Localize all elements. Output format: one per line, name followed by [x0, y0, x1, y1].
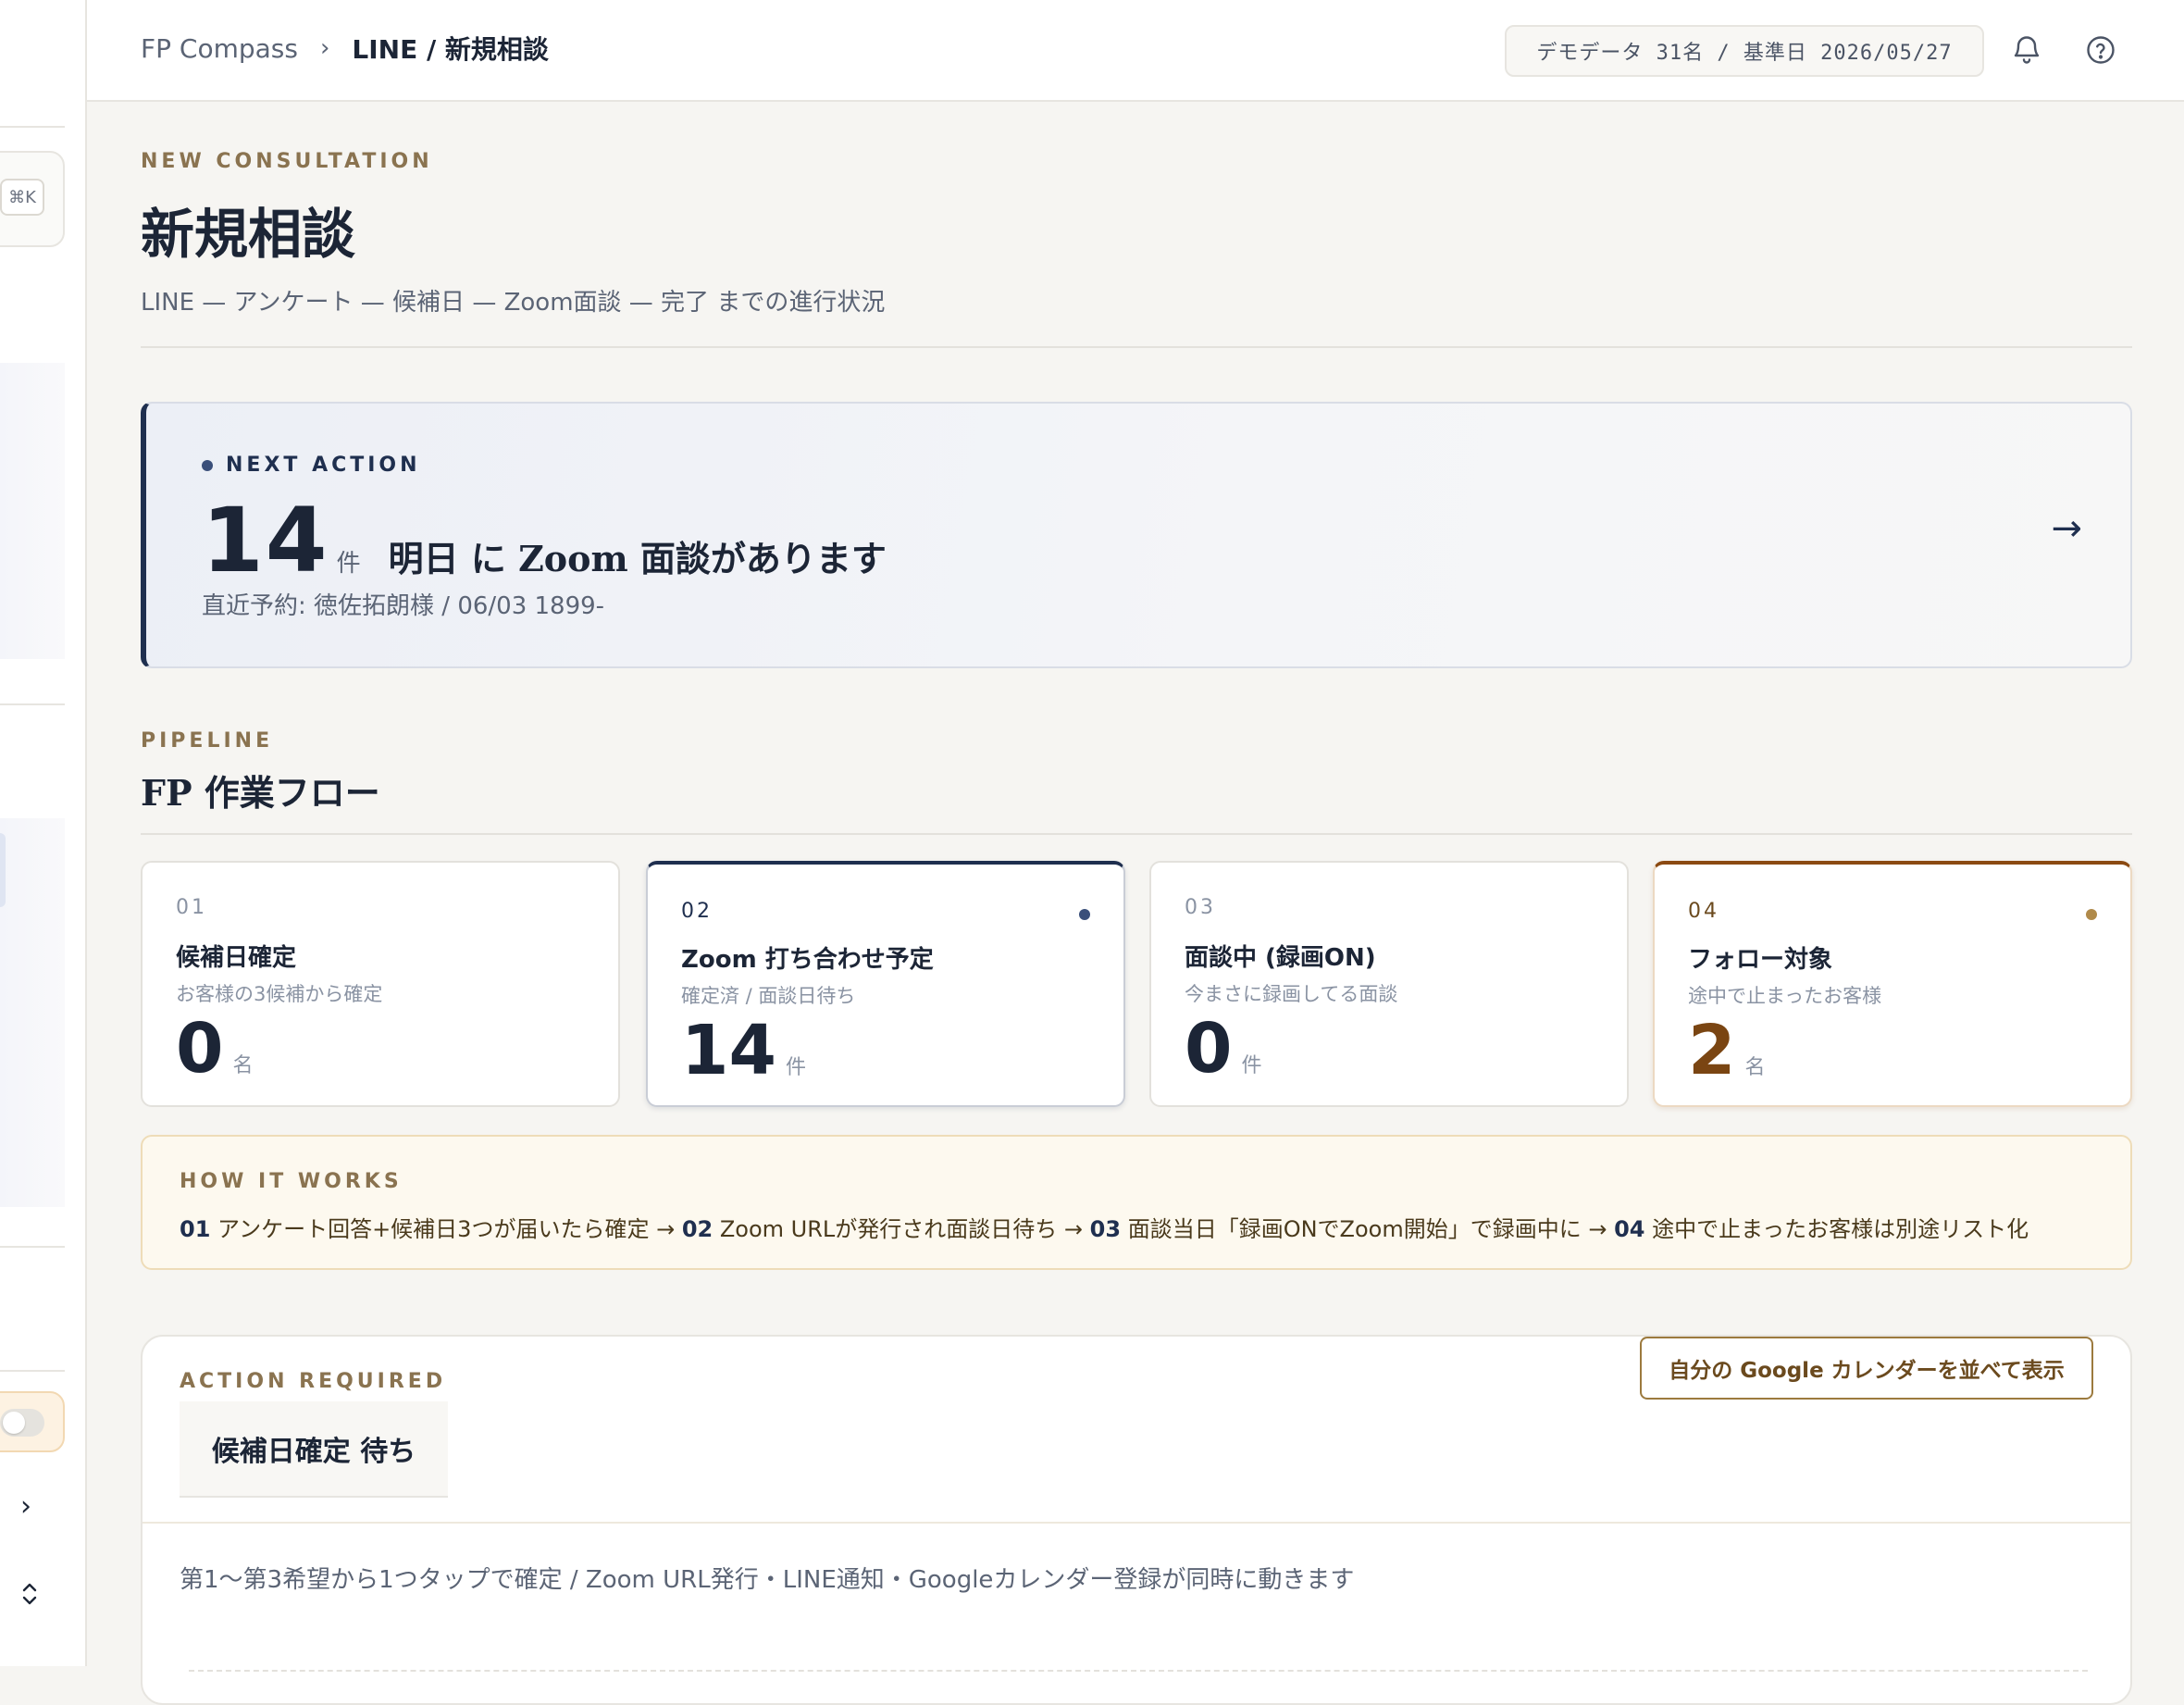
stage-count-unit: 名 [1744, 1056, 1766, 1079]
how-it-works-flow: 01 アンケート回答+候補日3つが届いたら確定 → 02 Zoom URLが発行… [180, 1211, 2029, 1243]
status-dot [2086, 909, 2097, 920]
sidebar-divider [0, 1246, 65, 1248]
step-text: 面談当日「録画ONでZoom開始」で録画中に → [1121, 1216, 1615, 1242]
stage-card-follow-up[interactable]: 04 フォロー対象 途中で止まったお客様 2 名 [1653, 861, 2132, 1107]
next-action-unit: 件 [336, 550, 361, 578]
stage-count: 0 件 [1185, 1009, 1262, 1089]
stage-count: 0 名 [176, 1009, 254, 1089]
stage-description: お客様の3候補から確定 [176, 983, 383, 1005]
next-action-label-text: NEXT ACTION [226, 454, 421, 477]
step-number: 02 [681, 1216, 714, 1242]
page-title: 新規相談 [141, 203, 356, 266]
stage-count-unit: 件 [1241, 1054, 1262, 1077]
stage-count-unit: 名 [232, 1054, 254, 1077]
arrow-right-icon[interactable]: → [2051, 507, 2082, 550]
stage-number: 04 [1688, 900, 1719, 923]
step-text: アンケート回答+候補日3つが届いたら確定 → [210, 1216, 682, 1242]
stage-title: 候補日確定 [176, 944, 297, 972]
demo-data-chip: デモデータ 31名 / 基準日 2026/05/27 [1505, 25, 1984, 77]
action-required-label: ACTION REQUIRED [180, 1370, 447, 1393]
next-action-count: 14 [202, 489, 329, 592]
status-dot [1079, 909, 1090, 920]
status-dot [202, 459, 213, 471]
breadcrumb-root[interactable]: FP Compass [141, 33, 298, 64]
sidebar-panel [0, 363, 65, 659]
action-required-note: 第1〜第3希望から1つタップで確定 / Zoom URL発行・LINE通知・Go… [180, 1566, 1355, 1594]
sidebar-divider [0, 1370, 65, 1372]
divider [143, 1522, 2130, 1524]
stage-card-zoom-scheduled[interactable]: 02 Zoom 打ち合わせ予定 確定済 / 面談日待ち 14 件 [646, 861, 1125, 1107]
step-number: 01 [180, 1216, 211, 1242]
stage-number: 03 [1185, 896, 1216, 919]
chevron-updown-icon[interactable] [20, 1581, 39, 1612]
stage-title: フォロー対象 [1688, 946, 1833, 974]
step-text: Zoom URLが発行され面談日待ち → [713, 1216, 1090, 1242]
chevron-right-icon: › [319, 34, 330, 62]
action-required-card: ACTION REQUIRED 候補日確定 待ち 自分の Google カレンダ… [141, 1335, 2132, 1705]
stage-count-value: 0 [1185, 1009, 1233, 1089]
step-number: 03 [1089, 1216, 1122, 1242]
stage-count-value: 14 [681, 1011, 776, 1090]
tab-candidate-pending[interactable]: 候補日確定 待ち [180, 1401, 448, 1498]
page-subtitle: LINE — アンケート — 候補日 — Zoom面談 — 完了 までの進行状況 [141, 289, 886, 317]
step-text: 途中で止まったお客様は別途リスト化 [1644, 1216, 2029, 1242]
stage-description: 確定済 / 面談日待ち [681, 985, 856, 1007]
next-action-subtext: 直近予約: 徳佐拓朗様 / 06/03 1899- [202, 592, 605, 620]
sidebar-divider [0, 703, 65, 705]
sidebar-nav-group [0, 818, 65, 1207]
stage-card-recording[interactable]: 03 面談中 (録画ON) 今まさに録画してる面談 0 件 [1149, 861, 1629, 1107]
stage-count: 2 名 [1688, 1011, 1766, 1090]
stage-description: 途中で止まったお客様 [1688, 985, 1882, 1007]
step-number: 04 [1614, 1216, 1645, 1242]
pipeline-stages: 01 候補日確定 お客様の3候補から確定 0 名 02 Zoom 打ち合わせ予定… [141, 861, 2132, 1107]
stage-number: 02 [681, 900, 713, 923]
search-shortcut-badge: ⌘K [0, 179, 44, 216]
stage-number: 01 [176, 896, 207, 919]
bell-icon[interactable] [2010, 33, 2043, 67]
sidebar: ⌘K › [0, 0, 87, 1666]
stage-count-value: 2 [1688, 1011, 1736, 1090]
stage-count-unit: 件 [785, 1056, 806, 1079]
pipeline-title: FP 作業フロー [141, 772, 380, 814]
divider [141, 833, 2132, 835]
stage-card-candidate-date[interactable]: 01 候補日確定 お客様の3候補から確定 0 名 [141, 861, 620, 1107]
stage-count: 14 件 [681, 1011, 806, 1090]
sidebar-active-indicator [0, 833, 6, 907]
stage-count-value: 0 [176, 1009, 224, 1089]
breadcrumb-current: LINE / 新規相談 [352, 34, 549, 65]
help-icon[interactable] [2084, 33, 2117, 67]
next-action-text: 明日 に Zoom 面談があります [388, 538, 887, 579]
sidebar-divider [0, 126, 65, 128]
stage-title: 面談中 (録画ON) [1185, 944, 1376, 972]
next-action-label: NEXT ACTION [202, 454, 421, 477]
dashed-divider [189, 1670, 2088, 1672]
divider [141, 346, 2132, 348]
next-action-card[interactable]: NEXT ACTION 14 件 明日 に Zoom 面談があります 直近予約:… [141, 402, 2132, 668]
pipeline-eyebrow: PIPELINE [141, 729, 274, 753]
chevron-right-icon[interactable]: › [20, 1490, 31, 1523]
stage-description: 今まさに録画してる面談 [1185, 983, 1398, 1005]
sidebar-toggle-switch[interactable] [0, 1409, 44, 1437]
next-action-headline: 14 件 明日 に Zoom 面談があります [202, 489, 887, 592]
how-it-works-panel: HOW IT WORKS 01 アンケート回答+候補日3つが届いたら確定 → 0… [141, 1135, 2132, 1270]
breadcrumb: FP Compass › LINE / 新規相談 [141, 30, 549, 67]
stage-title: Zoom 打ち合わせ予定 [681, 946, 934, 974]
top-header: FP Compass › LINE / 新規相談 デモデータ 31名 / 基準日… [87, 0, 2184, 102]
page-eyebrow: NEW CONSULTATION [141, 150, 433, 173]
show-google-calendar-button[interactable]: 自分の Google カレンダーを並べて表示 [1640, 1337, 2093, 1400]
how-it-works-label: HOW IT WORKS [180, 1170, 403, 1193]
